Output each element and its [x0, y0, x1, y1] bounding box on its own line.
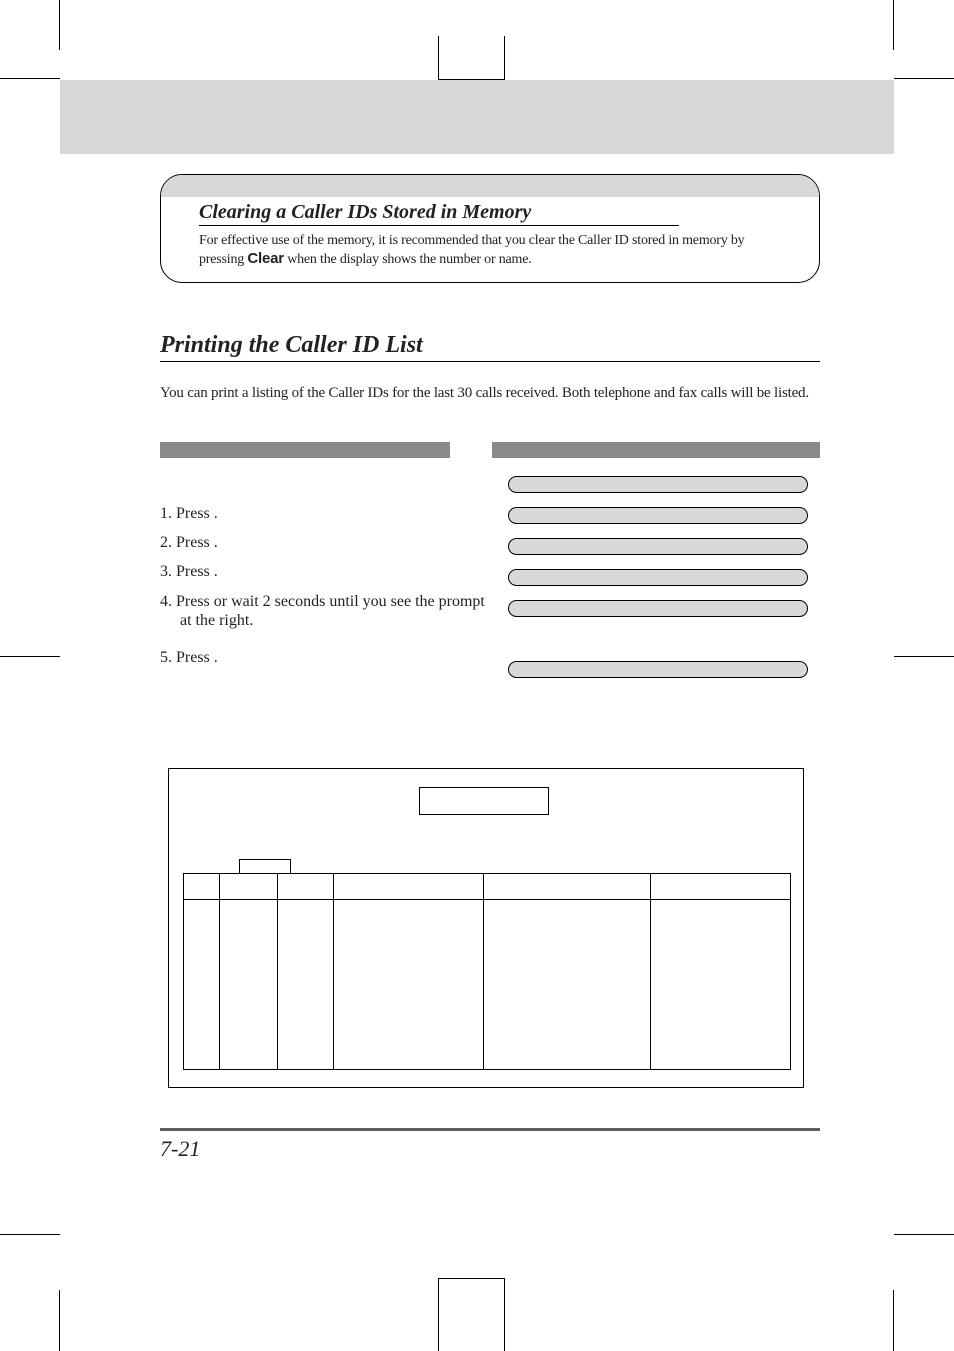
display-prompt [508, 476, 808, 493]
step-3: 3. Press . [160, 562, 500, 581]
page-number: 7-21 [160, 1136, 200, 1162]
display-prompts [508, 476, 808, 692]
display-prompt [508, 538, 808, 555]
printout-col-6 [650, 874, 790, 900]
display-prompt [508, 661, 808, 678]
info-box-shade [161, 175, 819, 197]
step-2: 2. Press . [160, 533, 500, 552]
steps-column-header-right [492, 442, 820, 458]
printout-tab [239, 859, 291, 873]
display-prompt [508, 569, 808, 586]
printout-col-3 [278, 874, 334, 900]
info-box-text: For effective use of the memory, it is r… [199, 232, 781, 268]
printout-col-1 [184, 874, 220, 900]
display-prompt-spacer [508, 631, 808, 653]
steps-column-header-left [160, 442, 450, 458]
printout-table [183, 873, 791, 1070]
printout-col-4 [334, 874, 484, 900]
printout-title-box [419, 787, 549, 815]
info-box-heading: Clearing a Caller IDs Stored in Memory [199, 201, 679, 226]
section-title: Printing the Caller ID List [160, 332, 820, 362]
printout-col-2 [220, 874, 278, 900]
steps-list: 1. Press . 2. Press . 3. Press . 4. Pres… [160, 474, 500, 677]
section-intro: You can print a listing of the Caller ID… [160, 384, 820, 403]
footer-rule [160, 1128, 820, 1131]
sample-printout [168, 768, 804, 1088]
display-prompt [508, 507, 808, 524]
step-4: 4. Press or wait 2 seconds until you see… [160, 592, 500, 630]
step-5: 5. Press . [160, 648, 500, 667]
step-1: 1. Press . [160, 504, 500, 523]
printout-col-5 [484, 874, 650, 900]
display-prompt [508, 600, 808, 617]
chapter-header-bar [60, 80, 894, 154]
info-box: Clearing a Caller IDs Stored in Memory F… [160, 174, 820, 283]
